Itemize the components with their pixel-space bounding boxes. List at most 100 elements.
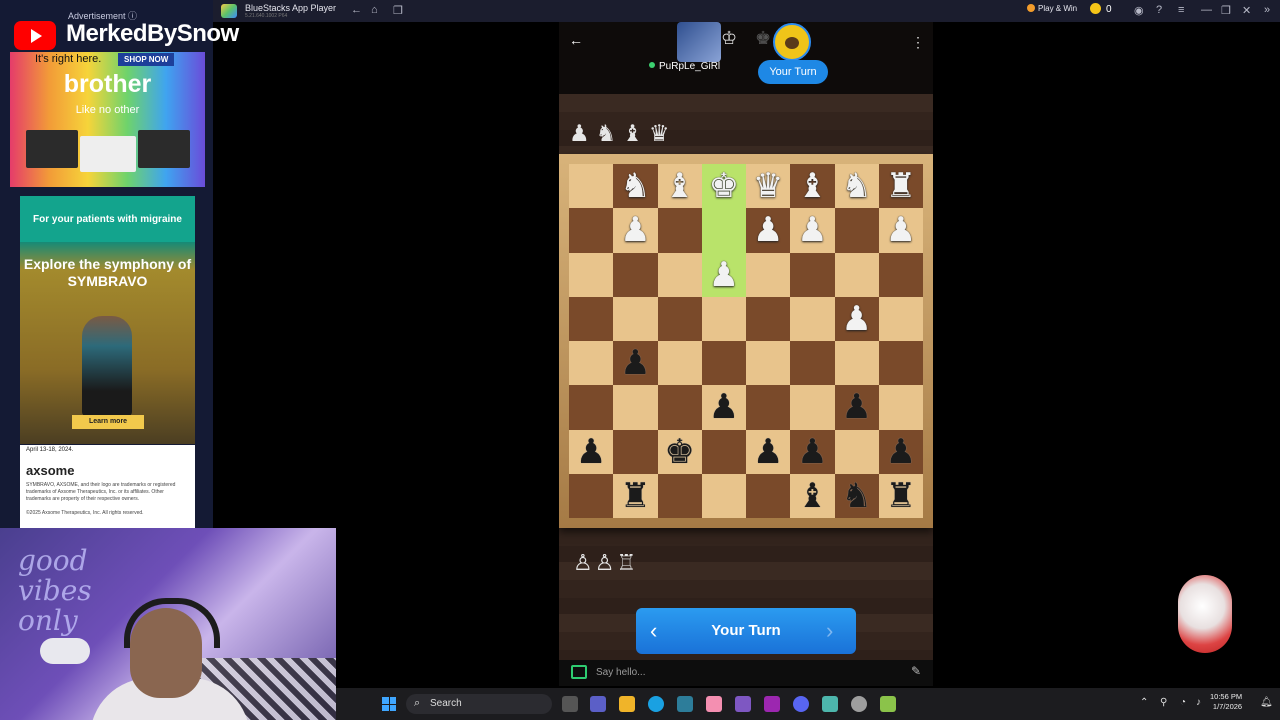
teams-icon[interactable] [590, 696, 606, 712]
volume-icon[interactable]: ♪ [1196, 697, 1201, 708]
board-square[interactable] [613, 296, 658, 341]
more-options-icon[interactable]: ⋮ [911, 34, 925, 51]
white-pawn-icon[interactable]: ♟ [886, 213, 916, 247]
board-square[interactable] [746, 341, 791, 386]
board-square[interactable] [790, 385, 835, 430]
board-square[interactable] [790, 341, 835, 386]
board-square[interactable]: ♟ [878, 429, 923, 474]
board-square[interactable] [746, 385, 791, 430]
board-square[interactable]: ♟ [701, 252, 746, 297]
white-knight-icon[interactable]: ♞ [620, 169, 650, 203]
chess-board[interactable]: ♞ ♝ ♚ ♛ ♝ ♞ ♜ ♟ ♟ ♟ ♟ ♟ ♟ ♟ ♟ ♟ ♟ ♚ ♟ ♟ ♟ ♜ ♝ ♞ ♜ [569, 164, 923, 518]
sidebar-toggle-icon[interactable]: » [1264, 4, 1270, 16]
task-view-icon[interactable] [562, 696, 578, 712]
your-turn-button[interactable]: ‹ Your Turn › [636, 608, 856, 654]
board-square[interactable]: ♝ [657, 164, 702, 209]
white-rook-icon[interactable]: ♜ [886, 169, 916, 203]
back-arrow-icon[interactable]: ← [569, 32, 583, 48]
board-square[interactable] [746, 473, 791, 518]
board-square[interactable]: ♟ [569, 429, 614, 474]
white-pawn-icon[interactable]: ♟ [797, 213, 827, 247]
board-square[interactable] [569, 341, 614, 386]
multi-instance-icon[interactable]: ❐ [393, 4, 403, 17]
board-square[interactable] [701, 208, 746, 253]
black-pawn-icon[interactable]: ♟ [753, 435, 783, 469]
white-pawn-icon[interactable]: ♟ [709, 258, 739, 292]
board-square[interactable]: ♚ [701, 164, 746, 209]
system-clock[interactable]: 10:56 PM 1/7/2026 [1210, 692, 1242, 712]
bonus-chip-icon[interactable] [1178, 575, 1232, 653]
board-square[interactable]: ♟ [790, 429, 835, 474]
board-square[interactable] [569, 385, 614, 430]
board-square[interactable] [657, 252, 702, 297]
white-knight-icon[interactable]: ♞ [841, 169, 871, 203]
board-square[interactable]: ♟ [834, 296, 879, 341]
player-avatar[interactable] [773, 23, 811, 61]
board-square[interactable] [613, 429, 658, 474]
board-square[interactable] [657, 385, 702, 430]
board-square[interactable] [701, 429, 746, 474]
board-square[interactable] [878, 341, 923, 386]
home-icon[interactable]: ⌂ [371, 4, 378, 16]
board-square[interactable]: ♝ [790, 164, 835, 209]
board-square[interactable] [746, 252, 791, 297]
brother-ad-banner[interactable]: It's right here. SHOP NOW brother Like n… [10, 52, 205, 187]
obs-icon[interactable] [851, 696, 867, 712]
black-pawn-icon[interactable]: ♟ [797, 435, 827, 469]
black-pawn-icon[interactable]: ♟ [576, 435, 606, 469]
board-square[interactable]: ♟ [613, 341, 658, 386]
board-square[interactable] [657, 473, 702, 518]
board-square[interactable] [834, 341, 879, 386]
board-square[interactable]: ♟ [746, 429, 791, 474]
wifi-icon[interactable]: ◔ [1180, 697, 1186, 708]
chat-input[interactable]: Say hello... [596, 667, 645, 678]
board-square[interactable]: ♞ [834, 164, 879, 209]
chat-bar[interactable]: Say hello... ✎ [559, 660, 933, 686]
board-square[interactable]: ♟ [878, 208, 923, 253]
white-pawn-icon[interactable]: ♟ [620, 213, 650, 247]
chevron-up-icon[interactable]: ⌃ [1140, 697, 1148, 708]
board-square[interactable]: ♛ [746, 164, 791, 209]
black-rook-icon[interactable]: ♜ [886, 479, 916, 513]
coin-balance[interactable]: 0 [1090, 3, 1112, 15]
black-king-icon[interactable]: ♚ [664, 435, 694, 469]
board-square[interactable] [790, 296, 835, 341]
symbravo-ad-banner[interactable]: For your patients with migraine Explore … [20, 196, 195, 444]
black-pawn-icon[interactable]: ♟ [709, 390, 739, 424]
restore-icon[interactable]: ❐ [1221, 4, 1231, 17]
edit-icon[interactable]: ✎ [911, 664, 921, 678]
close-icon[interactable]: ✕ [1242, 4, 1251, 17]
white-king-icon[interactable]: ♚ [709, 169, 739, 203]
back-icon[interactable]: ← [351, 4, 362, 16]
board-square[interactable]: ♜ [878, 473, 923, 518]
board-square[interactable] [878, 385, 923, 430]
board-square[interactable] [878, 252, 923, 297]
opponent-avatar[interactable] [677, 22, 721, 62]
windows-start-icon[interactable] [382, 697, 396, 711]
app-icon[interactable] [706, 696, 722, 712]
network-icon[interactable]: ⚲ [1160, 697, 1167, 708]
store-icon[interactable] [677, 696, 693, 712]
board-square[interactable] [701, 341, 746, 386]
minimize-icon[interactable]: — [1201, 4, 1212, 16]
white-bishop-icon[interactable]: ♝ [664, 169, 694, 203]
board-square[interactable] [569, 208, 614, 253]
profile-avatar-icon[interactable]: ◉ [1134, 4, 1144, 17]
notepad-icon[interactable] [822, 696, 838, 712]
learn-more-button[interactable]: Learn more [72, 415, 144, 429]
board-square[interactable] [657, 208, 702, 253]
help-icon[interactable]: ? [1156, 4, 1162, 16]
chevron-right-icon[interactable]: › [826, 618, 833, 644]
board-square[interactable] [657, 296, 702, 341]
bluestacks-taskbar-icon[interactable] [880, 696, 896, 712]
notification-bell-icon[interactable]: 🔔︎ [1260, 697, 1273, 708]
edge-icon[interactable] [648, 696, 664, 712]
board-square[interactable]: ♞ [613, 164, 658, 209]
discord-icon[interactable] [793, 696, 809, 712]
black-pawn-icon[interactable]: ♟ [620, 346, 650, 380]
board-square[interactable] [834, 208, 879, 253]
board-square[interactable] [613, 252, 658, 297]
board-square[interactable] [834, 252, 879, 297]
black-pawn-icon[interactable]: ♟ [886, 435, 916, 469]
board-square[interactable] [701, 473, 746, 518]
